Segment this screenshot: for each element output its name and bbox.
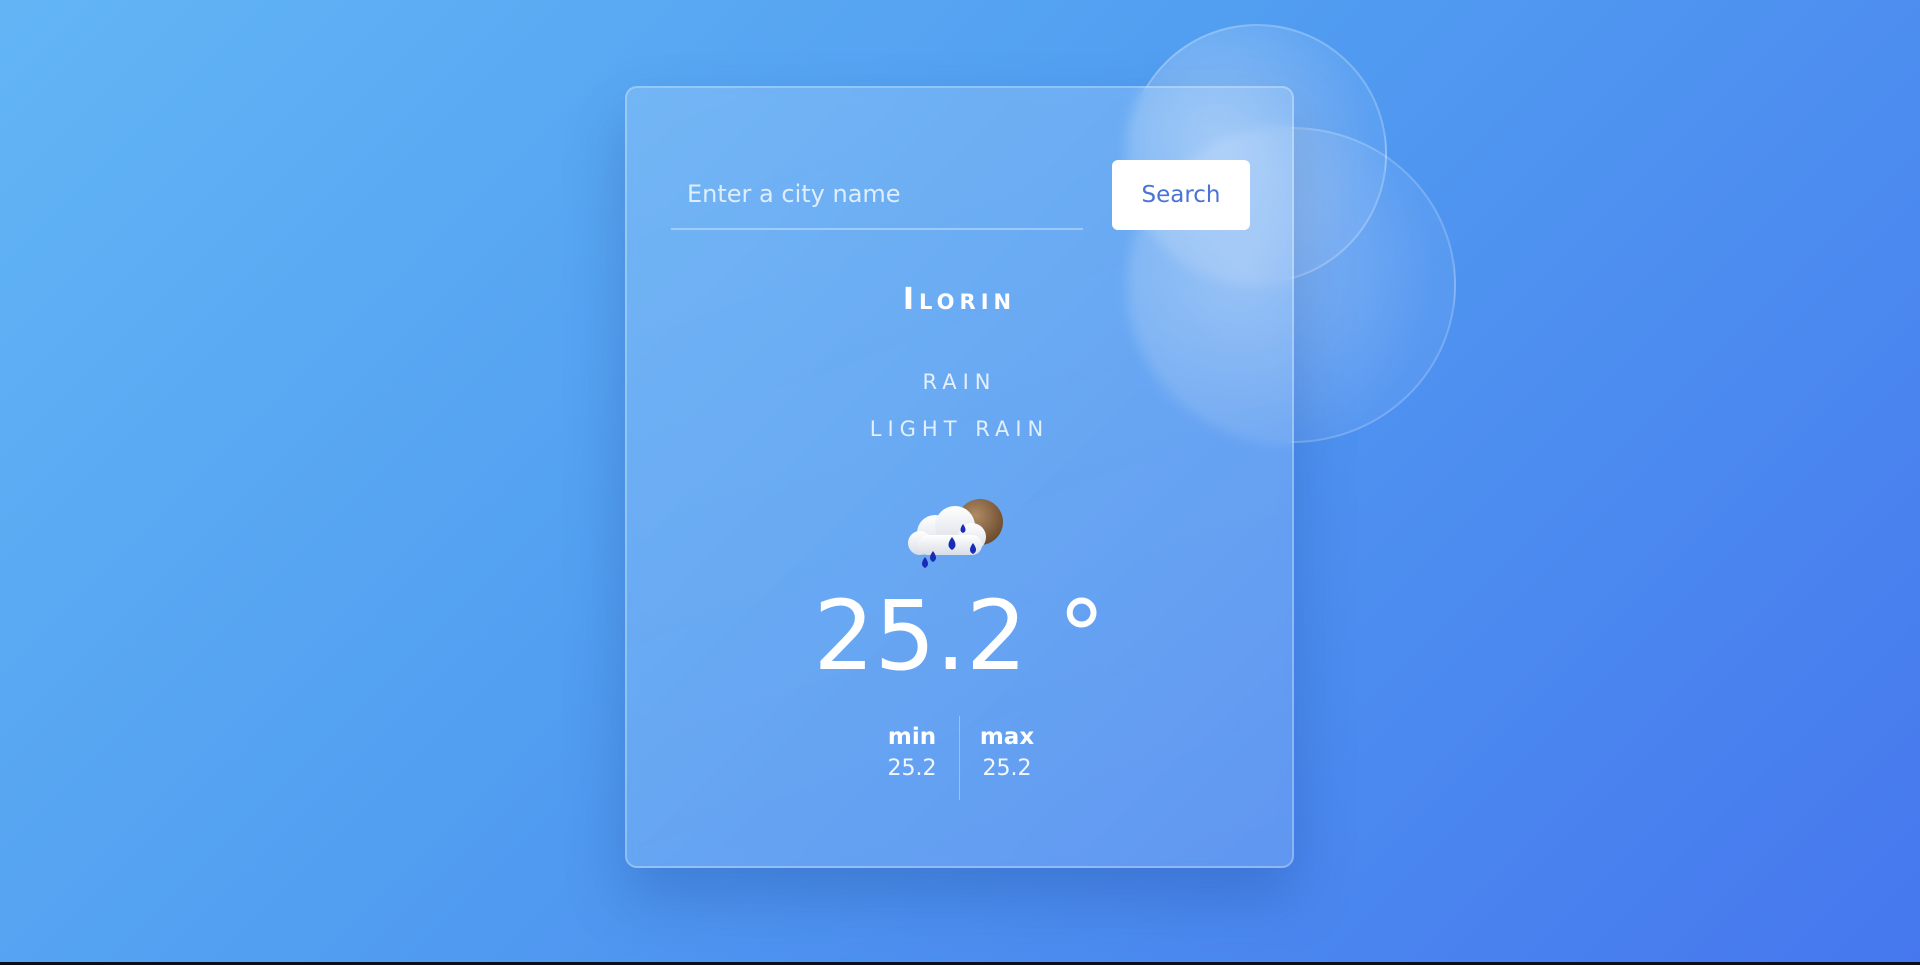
- max-temp: max 25.2: [960, 716, 1054, 800]
- search-button[interactable]: Search: [1112, 160, 1250, 230]
- rain-cloud-sun-icon: [900, 491, 1020, 581]
- weather-card: Search Ilorin RAIN LIGHT RAIN: [625, 86, 1294, 868]
- min-value: 25.2: [887, 756, 937, 781]
- max-value: 25.2: [982, 756, 1032, 781]
- min-max-panel: min 25.2 max 25.2: [627, 716, 1292, 800]
- temperature-reading: 25.2 °: [813, 580, 1106, 692]
- weather-condition: RAIN: [922, 370, 997, 394]
- city-name: Ilorin: [902, 282, 1017, 317]
- min-label: min: [887, 724, 937, 750]
- weather-description: LIGHT RAIN: [869, 417, 1050, 441]
- search-row: Search: [671, 160, 1255, 232]
- city-search-input[interactable]: [671, 160, 1083, 230]
- min-temp: min 25.2: [865, 716, 959, 800]
- max-label: max: [979, 724, 1035, 750]
